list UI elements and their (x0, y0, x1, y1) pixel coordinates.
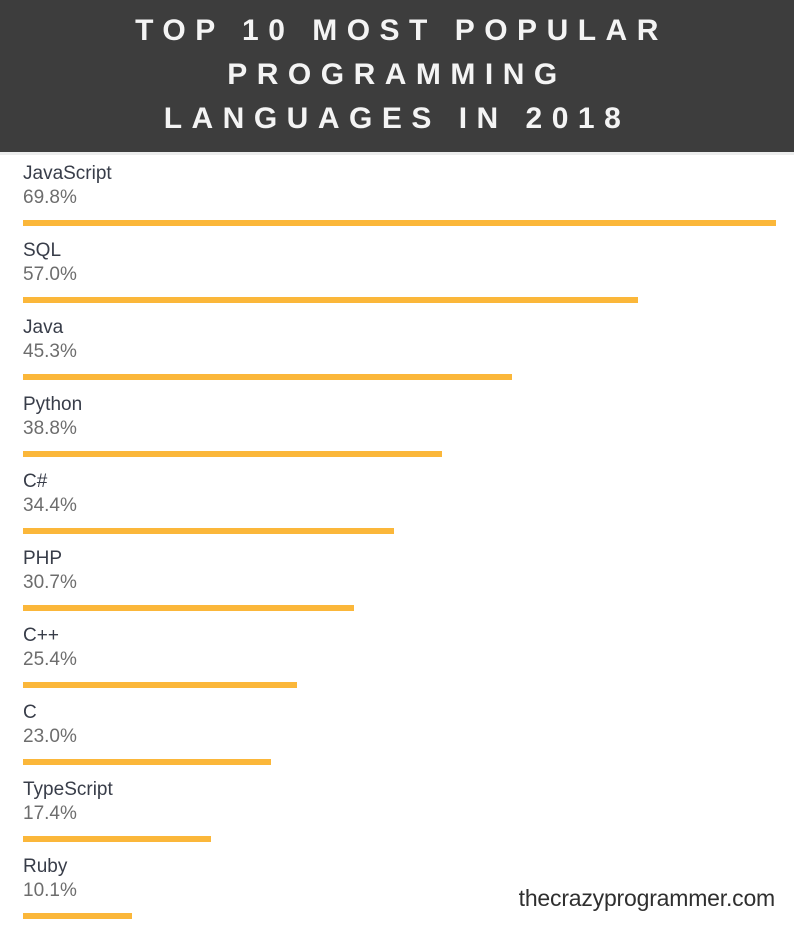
percentage-value: 30.7% (23, 572, 77, 593)
percentage-value: 10.1% (23, 880, 77, 901)
infographic-root: TOP 10 MOST POPULAR PROGRAMMING LANGUAGE… (0, 0, 794, 932)
percentage-value: 45.3% (23, 341, 77, 362)
chart-row: TypeScript 17.4% (0, 771, 794, 848)
bar-fill (23, 836, 211, 842)
chart-row: Python 38.8% (0, 386, 794, 463)
language-label: Java (23, 317, 64, 338)
bar-fill (23, 451, 442, 457)
page-title: TOP 10 MOST POPULAR PROGRAMMING LANGUAGE… (135, 14, 668, 135)
percentage-value: 17.4% (23, 803, 77, 824)
bar-fill (23, 759, 272, 765)
language-label: C# (23, 471, 48, 492)
language-label: C (23, 702, 37, 723)
bar-fill (23, 528, 395, 534)
percentage-value: 23.0% (23, 726, 77, 747)
percentage-value: 38.8% (23, 418, 77, 439)
language-label: Python (23, 394, 83, 415)
bar-chart: JavaScript 69.8% SQL 57.0% Java 45.3% Python 38… (0, 155, 794, 932)
percentage-value: 69.8% (23, 187, 77, 208)
bar-fill (23, 913, 132, 919)
bar-track (23, 374, 776, 380)
bar-fill (23, 220, 776, 226)
chart-row: C 23.0% (0, 694, 794, 771)
bar-track (23, 451, 776, 457)
bar-track (23, 759, 776, 765)
source-credit: thecrazyprogrammer.com (518, 885, 776, 911)
bar-fill (23, 605, 355, 611)
bar-track (23, 220, 776, 226)
chart-row: C# 34.4% (0, 463, 794, 540)
chart-row: C++ 25.4% (0, 617, 794, 694)
chart-row: SQL 57.0% (0, 232, 794, 309)
bar-fill (23, 682, 297, 688)
bar-track (23, 605, 776, 611)
chart-row: Java 45.3% (0, 309, 794, 386)
language-label: C++ (23, 625, 59, 646)
language-label: SQL (23, 240, 62, 261)
language-label: TypeScript (23, 779, 113, 800)
chart-row: JavaScript 69.8% (0, 155, 794, 232)
percentage-value: 57.0% (23, 264, 77, 285)
header-banner: TOP 10 MOST POPULAR PROGRAMMING LANGUAGE… (0, 0, 794, 152)
bar-track (23, 836, 776, 842)
language-label: Ruby (23, 856, 68, 877)
bar-fill (23, 297, 638, 303)
bar-track (23, 913, 776, 919)
bar-track (23, 297, 776, 303)
bar-track (23, 682, 776, 688)
bar-track (23, 528, 776, 534)
language-label: JavaScript (23, 163, 112, 184)
language-label: PHP (23, 548, 63, 569)
percentage-value: 34.4% (23, 495, 77, 516)
percentage-value: 25.4% (23, 649, 77, 670)
bar-fill (23, 374, 512, 380)
chart-row: PHP 30.7% (0, 540, 794, 617)
